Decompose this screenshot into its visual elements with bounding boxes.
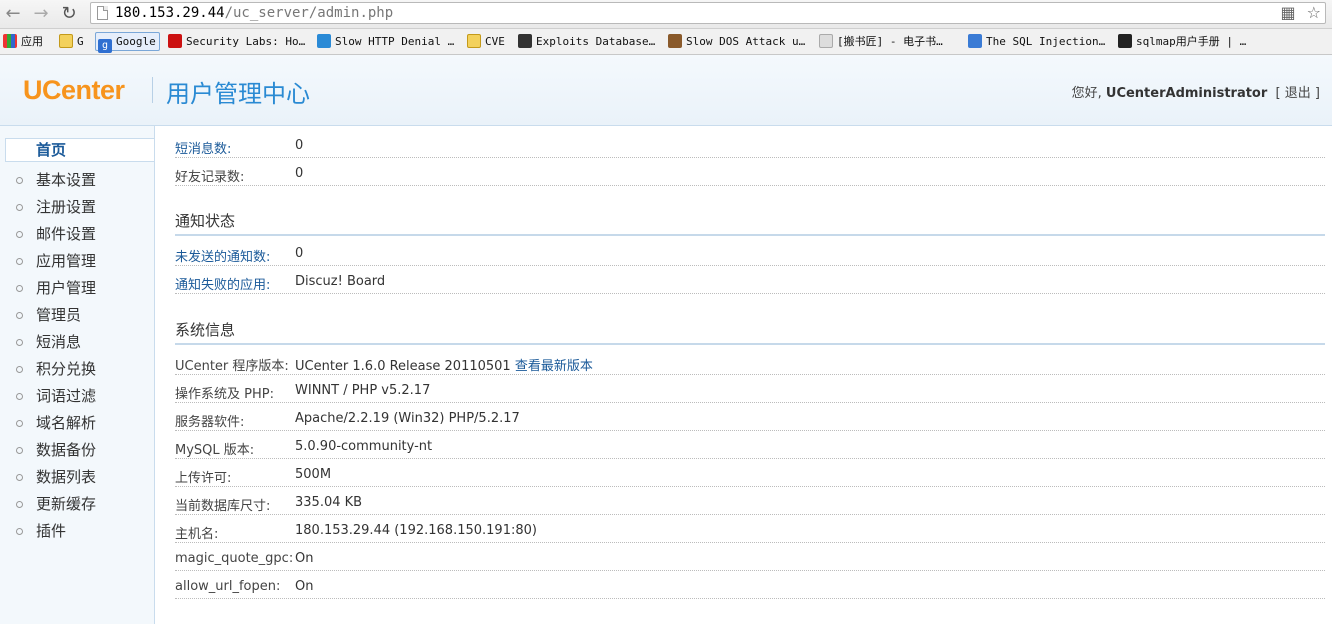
bullet-icon (16, 528, 23, 535)
browser-toolbar: ← → ↻ 180.153.29.44/uc_server/admin.php … (0, 0, 1332, 29)
check-latest-version-link[interactable]: 查看最新版本 (515, 359, 593, 374)
bullet-icon (16, 177, 23, 184)
ucenter-header: UCenter 用户管理中心 您好, UCenterAdministrator … (0, 55, 1332, 126)
terminal-icon (1118, 34, 1132, 48)
sysinfo-row-version: UCenter 程序版本: UCenter 1.6.0 Release 2011… (175, 347, 1325, 375)
url-text[interactable]: 180.153.29.44/uc_server/admin.php (115, 4, 393, 22)
bullet-icon (16, 231, 23, 238)
sysinfo-row: 上传许可: 500M (175, 459, 1325, 487)
sidebar-item-data-list[interactable]: 数据列表 (0, 464, 154, 491)
bookmark-exploits-db[interactable]: Exploits Database… (518, 33, 655, 50)
page-title: 用户管理中心 (166, 80, 310, 108)
exploit-db-icon (518, 34, 532, 48)
sidebar-item-credit-exchange[interactable]: 积分兑换 (0, 356, 154, 383)
bookmark-sqlmap[interactable]: sqlmap用户手册 | … (1118, 33, 1246, 50)
bookmark-slow-dos[interactable]: Slow DOS Attack u… (668, 33, 805, 50)
sidebar-item-data-backup[interactable]: 数据备份 (0, 437, 154, 464)
bookmark-security-labs[interactable]: Security Labs: Ho… (168, 33, 305, 50)
username: UCenterAdministrator (1105, 86, 1268, 101)
sidebar-item-plugins[interactable]: 插件 (0, 518, 154, 545)
folder-icon (467, 34, 481, 48)
sidebar-item-home[interactable]: 首页 (5, 138, 154, 162)
bullet-icon (16, 339, 23, 346)
sysinfo-row: allow_url_fopen: On (175, 571, 1325, 599)
sysinfo-row: MySQL 版本: 5.0.90-community-nt (175, 431, 1325, 459)
stat-row-friends: 好友记录数: 0 (175, 158, 1325, 186)
bullet-icon (16, 447, 23, 454)
section-title-sysinfo: 系统信息 (175, 319, 1325, 345)
bullet-icon (16, 474, 23, 481)
bullet-icon (16, 501, 23, 508)
notice-row-unsent: 未发送的通知数: 0 (175, 238, 1325, 266)
notice-row-failed-app: 通知失败的应用: Discuz! Board (175, 266, 1325, 294)
ucenter-logo[interactable]: UCenter (23, 75, 125, 106)
sysinfo-row: 主机名: 180.153.29.44 (192.168.150.191:80) (175, 515, 1325, 543)
bookmark-slow-http[interactable]: Slow HTTP Denial … (317, 33, 454, 50)
sysinfo-row: 操作系统及 PHP: WINNT / PHP v5.2.17 (175, 375, 1325, 403)
reload-icon[interactable]: ↻ (58, 3, 80, 25)
google-icon: g (98, 39, 112, 53)
sidebar-item-app-management[interactable]: 应用管理 (0, 248, 154, 275)
translate-icon[interactable]: ▦ (1280, 3, 1295, 22)
sysinfo-row: magic_quote_gpc: On (175, 543, 1325, 571)
pencil-icon (968, 34, 982, 48)
url-host: 180.153.29.44 (115, 5, 225, 21)
bullet-icon (16, 420, 23, 427)
sidebar-item-administrators[interactable]: 管理员 (0, 302, 154, 329)
back-arrow-icon[interactable]: ← (2, 3, 24, 25)
url-path: /uc_server/admin.php (224, 5, 394, 21)
sidebar-item-basic-settings[interactable]: 基本设置 (0, 167, 154, 194)
bookmark-google[interactable]: g Google (95, 32, 160, 53)
sidebar-item-user-management[interactable]: 用户管理 (0, 275, 154, 302)
bullet-icon (16, 285, 23, 292)
sidebar: 首页 基本设置 注册设置 邮件设置 应用管理 用户管理 管理员 短消息 积分兑换… (0, 126, 155, 624)
bullet-icon (16, 393, 23, 400)
bullet-icon (16, 312, 23, 319)
folder-icon (59, 34, 73, 48)
section-title-notice: 通知状态 (175, 210, 1325, 236)
sidebar-item-mail-settings[interactable]: 邮件设置 (0, 221, 154, 248)
sidebar-item-messages[interactable]: 短消息 (0, 329, 154, 356)
bullet-icon (16, 366, 23, 373)
forward-arrow-icon[interactable]: → (30, 3, 52, 25)
apps-grid-icon (3, 34, 17, 48)
bookmark-folder-g[interactable]: G (59, 33, 84, 50)
stat-row-messages: 短消息数: 0 (175, 130, 1325, 158)
bookmark-apps[interactable]: 应用 (3, 33, 43, 50)
shield-icon (168, 34, 182, 48)
sysinfo-row: 当前数据库尺寸: 335.04 KB (175, 487, 1325, 515)
tan-square-icon (668, 34, 682, 48)
sidebar-item-domain-resolve[interactable]: 域名解析 (0, 410, 154, 437)
bullet-icon (16, 204, 23, 211)
sidebar-item-update-cache[interactable]: 更新缓存 (0, 491, 154, 518)
bookmark-folder-cve[interactable]: CVE (467, 33, 505, 50)
user-greeting: 您好, UCenterAdministrator [ 退出 ] (1071, 86, 1320, 101)
logout-link[interactable]: 退出 (1285, 86, 1311, 101)
page-icon (97, 6, 108, 20)
page-icon (819, 34, 833, 48)
sidebar-item-register-settings[interactable]: 注册设置 (0, 194, 154, 221)
address-bar[interactable]: 180.153.29.44/uc_server/admin.php ▦ ☆ (90, 2, 1326, 24)
bookmark-sql-injection[interactable]: The SQL Injection… (968, 33, 1105, 50)
logo-divider (152, 77, 153, 103)
bookmark-star-icon[interactable]: ☆ (1307, 3, 1321, 22)
bookmarks-bar: 应用 G g Google Security Labs: Ho… Slow HTT… (0, 29, 1332, 55)
sidebar-item-word-filter[interactable]: 词语过滤 (0, 383, 154, 410)
blue-square-icon (317, 34, 331, 48)
bullet-icon (16, 258, 23, 265)
sysinfo-row: 服务器软件: Apache/2.2.19 (Win32) PHP/5.2.17 (175, 403, 1325, 431)
bookmark-banshujiang[interactable]: [搬书匠] - 电子书… (819, 33, 943, 50)
